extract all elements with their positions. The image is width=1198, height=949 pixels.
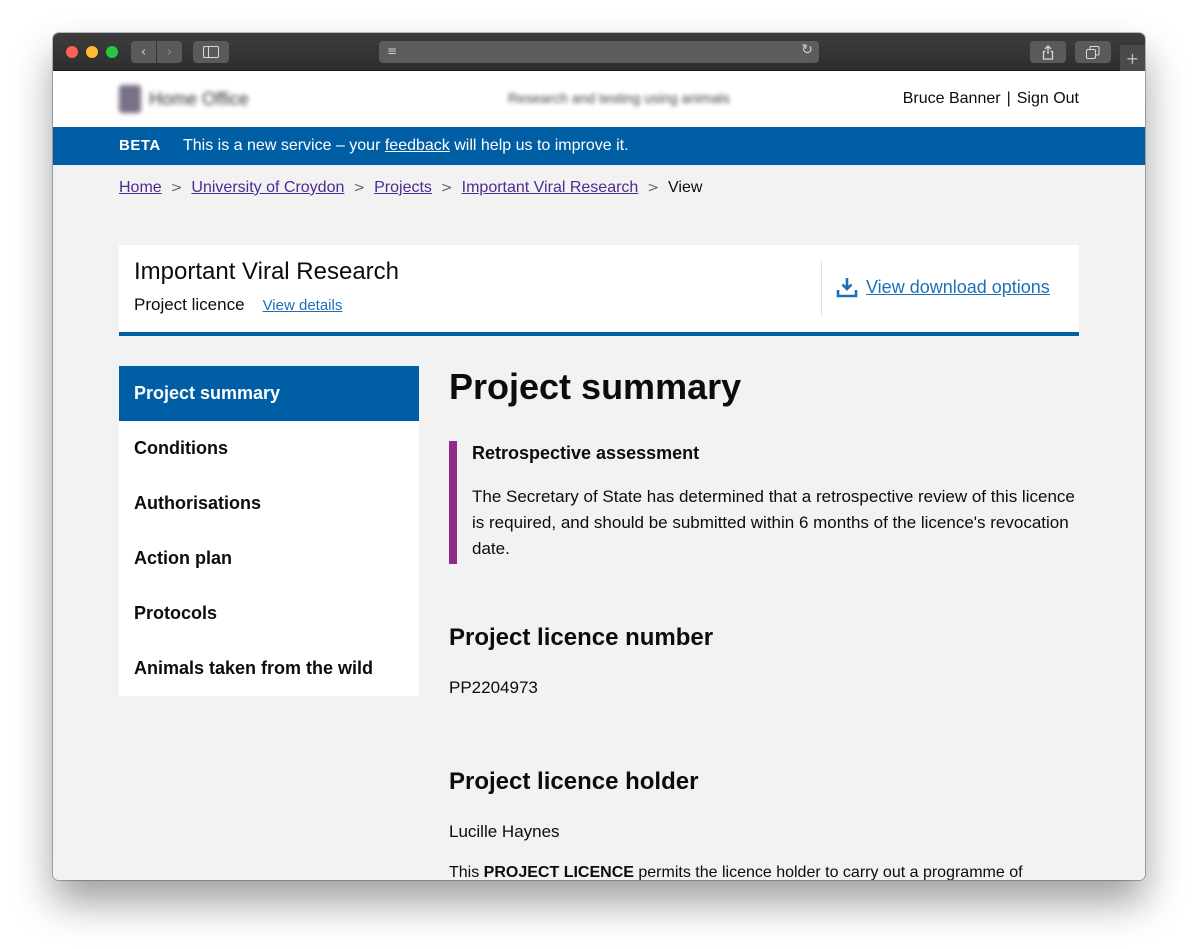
user-name: Bruce Banner [902, 90, 1001, 107]
back-button[interactable]: ‹ [131, 41, 156, 63]
breadcrumb-project[interactable]: Important Viral Research [462, 179, 639, 197]
nav-item-authorisations[interactable]: Authorisations [119, 476, 419, 531]
user-nav-separator: | [1006, 90, 1011, 107]
beta-banner: BETA This is a new service – your feedba… [53, 127, 1145, 165]
chevron-left-icon: ‹ [140, 44, 147, 60]
licence-holder-heading: Project licence holder [449, 768, 699, 795]
crest-icon [119, 85, 141, 113]
beta-text-before: This is a new service – your [183, 137, 385, 154]
site-header: Home Office Research and testing using a… [53, 71, 1145, 127]
licence-holder-value: Lucille Haynes [449, 822, 560, 841]
description-prefix: This [449, 864, 484, 880]
share-icon [1042, 44, 1054, 60]
licence-subtitle-row: Project licence View details [134, 295, 342, 315]
browser-window: ‹ › ≡ ↻ + Home Office Research and testi… [53, 33, 1145, 880]
licence-number-value: PP2204973 [449, 678, 538, 697]
beta-tag: BETA [119, 137, 161, 154]
home-office-logo[interactable]: Home Office [119, 85, 249, 113]
callout-title: Retrospective assessment [472, 443, 700, 463]
user-nav: Bruce Banner | Sign Out [903, 90, 1079, 108]
section-nav: Project summary Conditions Authorisation… [119, 366, 419, 696]
breadcrumb-projects[interactable]: Projects [374, 179, 432, 197]
retrospective-assessment-callout: Retrospective assessment The Secretary o… [449, 441, 1089, 564]
feedback-link[interactable]: feedback [385, 137, 450, 154]
description-bold: PROJECT LICENCE [483, 864, 634, 880]
reload-icon[interactable]: ↻ [801, 42, 813, 58]
main-content: Project summary Retrospective assessment… [449, 366, 1089, 880]
nav-item-conditions[interactable]: Conditions [119, 421, 419, 476]
share-button[interactable] [1030, 41, 1066, 63]
sidebar-icon [203, 46, 219, 58]
chevron-right-icon: > [647, 180, 660, 196]
web-page: Home Office Research and testing using a… [53, 71, 1145, 880]
nav-item-action-plan[interactable]: Action plan [119, 531, 419, 586]
licence-number-heading: Project licence number [449, 624, 714, 651]
download-icon [836, 278, 858, 298]
view-details-link[interactable]: View details [263, 297, 343, 314]
description-text: permits the licence holder to carry out … [633, 864, 1023, 880]
licence-description: This PROJECT LICENCE permits the licence… [449, 864, 1089, 880]
zoom-window-button[interactable] [106, 46, 118, 58]
chevron-right-icon: > [170, 180, 183, 196]
beta-text-after: will help us to improve it. [449, 137, 629, 154]
header-divider [821, 261, 822, 316]
nav-item-animals-from-wild[interactable]: Animals taken from the wild [119, 641, 419, 696]
download-options-label: View download options [866, 276, 1050, 297]
licence-header: Important Viral Research Project licence… [119, 245, 1079, 336]
breadcrumb-current: View [668, 179, 703, 196]
breadcrumb-home[interactable]: Home [119, 179, 162, 197]
sign-out-link[interactable]: Sign Out [1017, 90, 1079, 108]
plus-icon: + [1125, 48, 1140, 68]
nav-item-project-summary[interactable]: Project summary [119, 366, 419, 421]
reader-icon[interactable]: ≡ [387, 44, 397, 58]
chevron-right-icon: > [440, 180, 453, 196]
new-tab-button[interactable]: + [1120, 45, 1145, 71]
callout-text: The Secretary of State has determined th… [472, 487, 1075, 558]
chevron-right-icon: > [353, 180, 366, 196]
browser-toolbar: ‹ › ≡ ↻ + [53, 33, 1145, 71]
tabs-icon [1086, 45, 1100, 59]
beta-text: This is a new service – your feedback wi… [183, 137, 629, 155]
show-tabs-button[interactable] [1075, 41, 1111, 63]
page-title: Project summary [449, 366, 742, 407]
logo-text: Home Office [149, 88, 249, 109]
download-options-link[interactable]: View download options [836, 276, 1050, 298]
breadcrumb-establishment[interactable]: University of Croydon [191, 179, 344, 197]
sidebar-toggle-button[interactable] [193, 41, 229, 63]
close-window-button[interactable] [66, 46, 78, 58]
licence-type: Project licence [134, 295, 245, 314]
service-name[interactable]: Research and testing using animals [508, 90, 730, 106]
forward-button[interactable]: › [157, 41, 182, 63]
breadcrumb: Home > University of Croydon > Projects … [119, 179, 702, 197]
nav-item-protocols[interactable]: Protocols [119, 586, 419, 641]
address-bar[interactable]: ≡ ↻ [379, 41, 819, 63]
minimize-window-button[interactable] [86, 46, 98, 58]
project-title: Important Viral Research [134, 258, 400, 285]
chevron-right-icon: › [166, 44, 173, 60]
